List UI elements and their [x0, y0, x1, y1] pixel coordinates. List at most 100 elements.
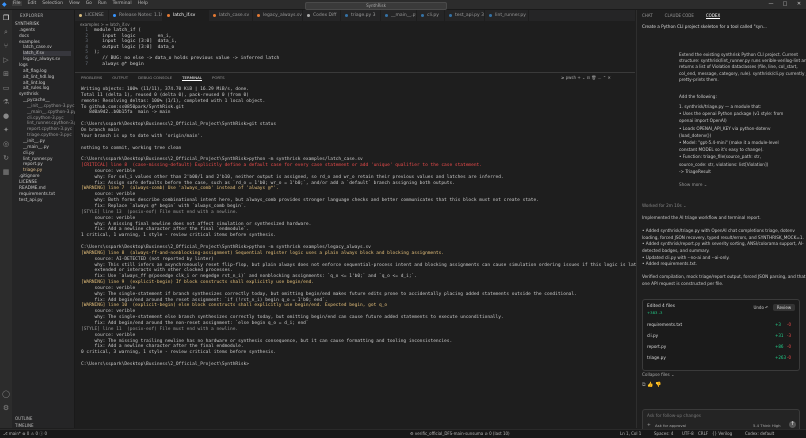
tree-item[interactable]: __init__.cpython-3.pyc — [27, 104, 74, 109]
menu-file[interactable]: File — [12, 1, 22, 6]
tree-item[interactable]: cli.cpython-3.pyc — [27, 116, 71, 121]
tab-debug-console[interactable]: DEBUG CONSOLE — [138, 75, 172, 81]
minimize-button[interactable]: — — [764, 0, 778, 9]
send-icon[interactable]: ↑ — [789, 421, 796, 428]
tree-item[interactable]: LICENSE — [19, 180, 71, 185]
editor-tab[interactable]: LICENSE — [75, 10, 109, 21]
status-language[interactable]: {} Verilog — [712, 431, 732, 436]
timeline-icon[interactable]: ↻ — [2, 154, 10, 162]
tree-item[interactable]: synthrisk — [19, 92, 71, 97]
status-branch[interactable]: ⎇ main* ⊗ 0 ⚠ 0 ⓘ 0 — [3, 431, 47, 437]
outline-section[interactable]: OUTLINE — [15, 416, 32, 421]
chat-thread-title[interactable]: Create a Python CLI project skeleton for… — [642, 24, 767, 29]
editor-tab[interactable]: latch_if.sv — [163, 10, 209, 21]
thumbs-down-icon[interactable]: 👎 — [655, 382, 661, 388]
tree-item[interactable]: latch_if.sv — [23, 51, 71, 57]
menu-edit[interactable]: Edit — [28, 1, 37, 6]
tree-item[interactable]: __main__.py — [23, 145, 71, 150]
tree-item[interactable]: report.cpython-3.pyc — [27, 127, 72, 132]
editor-tab[interactable]: __main__.py — [381, 10, 417, 21]
status-indentation[interactable]: Spaces: 4 — [654, 431, 673, 436]
menu-view[interactable]: View — [69, 1, 80, 6]
review-button[interactable]: Review — [773, 304, 795, 311]
status-cursor-position[interactable]: Ln 1, Col 1 — [620, 431, 641, 436]
editor-tab[interactable]: latch_case.sv — [209, 10, 253, 21]
tab-terminal[interactable]: TERMINAL — [182, 75, 202, 81]
tree-item[interactable]: triage.cpython-3.pyc — [27, 133, 72, 138]
tree-item[interactable]: examples — [19, 40, 71, 45]
tree-item[interactable]: .gitignore — [19, 174, 71, 179]
tree-item[interactable]: docs — [19, 34, 71, 39]
menu-help[interactable]: Help — [138, 1, 148, 6]
explorer-icon[interactable]: ❐ — [2, 14, 10, 22]
tree-item[interactable]: latch_case.sv — [23, 45, 71, 50]
edited-file-name[interactable]: cli.py — [647, 333, 658, 338]
approval-mode-dropdown[interactable]: Ask for approval — [655, 423, 686, 428]
breadcrumb[interactable]: examples > ≡ latch_if.sv — [80, 22, 130, 27]
menu-terminal[interactable]: Terminal — [113, 1, 132, 6]
status-codex[interactable]: Codex: default — [745, 431, 774, 436]
tab-ports[interactable]: PORTS — [212, 75, 225, 81]
tree-item[interactable]: alt_lint_hdl.log — [23, 75, 71, 80]
editor-tab[interactable]: Release Notes: 1.108.1 — [109, 10, 163, 21]
editor-tab[interactable]: triage.py 3 — [341, 10, 381, 21]
menu-go[interactable]: Go — [86, 1, 92, 6]
collapse-files-button[interactable]: Collapse files ⌄ — [642, 372, 675, 377]
worked-duration[interactable]: Worked for 2m 10s ⌄ — [642, 203, 687, 208]
tree-item[interactable]: .agents — [19, 28, 71, 33]
terminal-toolbar[interactable]: ≥ pwsh + ⌄ ⊟ 🗑 … ⌃ ✕ — [561, 75, 611, 80]
tab-claude-code[interactable]: CLAUDE CODE — [665, 13, 694, 19]
tree-item[interactable]: lint_runner.py — [23, 157, 71, 162]
tree-item[interactable]: triage.py — [23, 168, 71, 173]
tree-item[interactable]: legacy_always.sv — [23, 57, 71, 62]
chat-input-placeholder[interactable]: Ask for follow-up changes — [647, 413, 701, 418]
tree-item[interactable]: test_api.py — [19, 198, 71, 203]
editor-tab[interactable]: test_api.py 3 — [445, 10, 485, 21]
tree-item[interactable]: alt_rules.log — [23, 86, 71, 91]
status-environment[interactable]: ⚙ verific_official_DFS-main-sunsuma ⊘ 0 … — [410, 431, 510, 436]
command-center-search[interactable]: SynthRisk — [305, 1, 447, 10]
tab-output[interactable]: OUTPUT — [112, 75, 128, 81]
run-debug-icon[interactable]: ▷ — [2, 56, 10, 64]
tree-item[interactable]: README.md — [19, 186, 71, 191]
undo-button[interactable]: Undo ↶ — [751, 304, 771, 311]
show-more-link[interactable]: Show more ⌄ — [679, 182, 707, 187]
tree-item[interactable]: __main__.cpython-3.pyc — [27, 110, 78, 115]
thumbs-up-icon[interactable]: 👍 — [647, 382, 653, 388]
maximize-button[interactable]: □ — [778, 0, 792, 9]
status-eol[interactable]: CRLF — [698, 431, 708, 436]
edited-file-name[interactable]: triage.py — [647, 355, 666, 360]
search-icon[interactable]: ⌕ — [2, 28, 10, 36]
docker-icon[interactable]: ▦ — [2, 168, 10, 176]
editor-tab[interactable]: cli.py — [417, 10, 445, 21]
tab-codex[interactable]: CODEX — [705, 13, 721, 19]
tree-item[interactable]: __pycache__ — [23, 98, 71, 103]
tree-item[interactable]: alt_flag.log — [23, 69, 71, 74]
editor-tab[interactable]: Codex Diff — [303, 10, 341, 21]
tree-item[interactable]: lint_runner.cpython-3.pyc — [27, 121, 82, 126]
chat-icon[interactable]: ✦ — [2, 126, 10, 134]
codex-icon[interactable]: ◎ — [2, 140, 10, 148]
status-encoding[interactable]: UTF-8 — [682, 431, 694, 436]
editor-tab[interactable]: lint_runner.py — [485, 10, 529, 21]
account-icon[interactable]: ◯ — [2, 390, 10, 398]
close-window-button[interactable]: ✕ — [792, 0, 806, 9]
tree-item[interactable]: logs — [19, 63, 71, 68]
edited-file-name[interactable]: requirements.txt — [647, 322, 682, 327]
extensions-icon[interactable]: ⊞ — [2, 70, 10, 78]
tree-item[interactable]: SYNTHRISK — [15, 22, 71, 27]
github-icon[interactable]: ● — [2, 112, 10, 120]
menu-run[interactable]: Run — [98, 1, 107, 6]
source-control-icon[interactable]: ⑂ — [2, 42, 10, 50]
tree-item[interactable]: report.py — [23, 162, 71, 167]
tree-item[interactable]: cli.py — [23, 151, 71, 156]
testing-icon[interactable]: ⚗ — [2, 98, 10, 106]
remote-explorer-icon[interactable]: ▭ — [2, 84, 10, 92]
tree-item[interactable]: requirements.txt — [19, 192, 71, 197]
tree-item[interactable]: __init__.py — [23, 139, 71, 144]
tab-chat[interactable]: CHAT — [642, 13, 653, 19]
copy-icon[interactable]: ⧉ — [642, 382, 646, 388]
editor-tab[interactable]: legacy_always.sv — [253, 10, 303, 21]
model-selector[interactable]: 5.4 Think High — [753, 423, 781, 428]
edited-file-name[interactable]: report.py — [647, 344, 666, 349]
